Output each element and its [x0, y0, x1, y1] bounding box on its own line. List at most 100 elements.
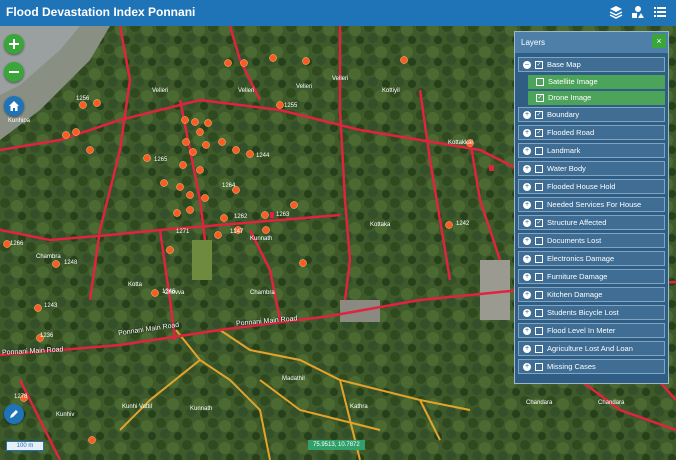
checkbox-checked-icon[interactable]: ✓ [535, 218, 543, 227]
layer-item-flooded-road[interactable]: + ✓ Flooded Road [518, 125, 665, 140]
zoom-in-button[interactable] [4, 34, 24, 54]
marker[interactable] [240, 59, 248, 67]
layer-item-flooded-house-hold[interactable]: + Flooded House Hold [518, 179, 665, 194]
marker[interactable] [262, 226, 270, 234]
flood-marker-square[interactable] [489, 165, 494, 171]
close-button[interactable]: × [652, 34, 666, 48]
layer-item-kitchen-damage[interactable]: + Kitchen Damage [518, 287, 665, 302]
flood-marker-square[interactable] [270, 212, 274, 218]
marker[interactable] [86, 146, 94, 154]
layer-item-landmark[interactable]: + Landmark [518, 143, 665, 158]
marker[interactable] [72, 128, 80, 136]
marker[interactable] [191, 118, 199, 126]
marker[interactable] [400, 56, 408, 64]
marker[interactable] [176, 183, 184, 191]
marker[interactable] [186, 191, 194, 199]
checkbox-checked-icon[interactable]: ✓ [535, 128, 543, 137]
expand-icon[interactable]: + [523, 110, 531, 119]
marker[interactable] [88, 436, 96, 444]
checkbox-icon[interactable] [535, 362, 543, 371]
expand-icon[interactable]: + [523, 362, 531, 371]
layer-item-flood-level[interactable]: + Flood Level In Meter [518, 323, 665, 338]
marker[interactable] [261, 211, 269, 219]
layer-item-electronics-damage[interactable]: + Electronics Damage [518, 251, 665, 266]
layer-item-agriculture-lost[interactable]: + Agriculture Lost And Loan [518, 341, 665, 356]
checkbox-checked-icon[interactable]: ✓ [535, 60, 543, 69]
checkbox-icon[interactable] [535, 254, 543, 263]
layer-item-furniture-damage[interactable]: + Furniture Damage [518, 269, 665, 284]
layer-item-missing-cases[interactable]: + Missing Cases [518, 359, 665, 374]
sublayer-drone-image[interactable]: ✓ Drone Image [528, 91, 665, 105]
marker[interactable] [186, 206, 194, 214]
list-icon[interactable] [652, 4, 668, 20]
marker[interactable] [232, 146, 240, 154]
marker[interactable] [52, 260, 60, 268]
checkbox-icon[interactable] [536, 78, 544, 86]
marker[interactable] [151, 289, 159, 297]
expand-icon[interactable]: + [523, 254, 531, 263]
marker[interactable] [302, 57, 310, 65]
checkbox-icon[interactable] [535, 146, 543, 155]
checkbox-icon[interactable] [535, 344, 543, 353]
marker[interactable] [204, 119, 212, 127]
expand-icon[interactable]: + [523, 272, 531, 281]
collapse-icon[interactable]: – [523, 60, 531, 69]
layer-item-students-bicycle-lost[interactable]: + Students Bicycle Lost [518, 305, 665, 320]
marker[interactable] [196, 166, 204, 174]
layer-item-base-map[interactable]: – ✓ Base Map [518, 57, 665, 72]
checkbox-checked-icon[interactable]: ✓ [535, 110, 543, 119]
marker[interactable] [220, 214, 228, 222]
expand-icon[interactable]: + [523, 218, 531, 227]
checkbox-checked-icon[interactable]: ✓ [536, 94, 544, 102]
marker[interactable] [201, 194, 209, 202]
marker[interactable] [182, 138, 190, 146]
marker[interactable] [143, 154, 151, 162]
marker[interactable] [218, 138, 226, 146]
marker[interactable] [224, 59, 232, 67]
marker[interactable] [276, 101, 284, 109]
marker[interactable] [179, 161, 187, 169]
layer-item-boundary[interactable]: + ✓ Boundary [518, 107, 665, 122]
marker[interactable] [173, 209, 181, 217]
draw-tool-button[interactable] [4, 404, 24, 424]
marker[interactable] [34, 304, 42, 312]
expand-icon[interactable]: + [523, 344, 531, 353]
marker[interactable] [445, 221, 453, 229]
zoom-out-button[interactable] [4, 62, 24, 82]
layer-item-documents-lost[interactable]: + Documents Lost [518, 233, 665, 248]
checkbox-icon[interactable] [535, 236, 543, 245]
expand-icon[interactable]: + [523, 236, 531, 245]
checkbox-icon[interactable] [535, 182, 543, 191]
checkbox-icon[interactable] [535, 272, 543, 281]
expand-icon[interactable]: + [523, 164, 531, 173]
marker[interactable] [290, 201, 298, 209]
expand-icon[interactable]: + [523, 290, 531, 299]
layer-item-needed-services[interactable]: + Needed Services For House [518, 197, 665, 212]
marker[interactable] [196, 128, 204, 136]
expand-icon[interactable]: + [523, 182, 531, 191]
marker[interactable] [79, 101, 87, 109]
expand-icon[interactable]: + [523, 326, 531, 335]
checkbox-icon[interactable] [535, 308, 543, 317]
layer-item-water-body[interactable]: + Water Body [518, 161, 665, 176]
marker[interactable] [62, 131, 70, 139]
sublayer-satellite-image[interactable]: Satellite Image [528, 75, 665, 89]
checkbox-icon[interactable] [535, 290, 543, 299]
marker[interactable] [181, 116, 189, 124]
marker[interactable] [299, 259, 307, 267]
marker[interactable] [214, 231, 222, 239]
marker[interactable] [189, 148, 197, 156]
layers-icon[interactable] [608, 4, 624, 20]
layer-item-structure-affected[interactable]: + ✓ Structure Affected [518, 215, 665, 230]
marker[interactable] [93, 99, 101, 107]
marker[interactable] [246, 150, 254, 158]
marker[interactable] [269, 54, 277, 62]
checkbox-icon[interactable] [535, 164, 543, 173]
shapes-icon[interactable] [630, 4, 646, 20]
expand-icon[interactable]: + [523, 308, 531, 317]
expand-icon[interactable]: + [523, 146, 531, 155]
expand-icon[interactable]: + [523, 200, 531, 209]
marker[interactable] [166, 246, 174, 254]
home-button[interactable] [4, 96, 24, 116]
checkbox-icon[interactable] [535, 200, 543, 209]
